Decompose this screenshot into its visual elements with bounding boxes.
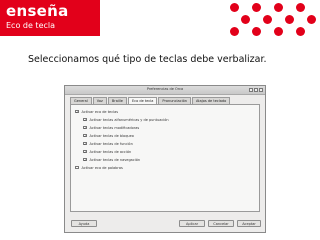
- option-label: Activar teclas modificadoras: [89, 125, 140, 130]
- cancel-button-label: Cancelar: [213, 221, 229, 226]
- header-banner: enseña Eco de tecla: [0, 0, 320, 36]
- help-button-label: Ayuda: [78, 221, 90, 226]
- tab-pronunciation[interactable]: Pronunciación: [158, 97, 191, 104]
- option-label: Activar teclas de acción: [89, 149, 132, 154]
- close-icon[interactable]: [259, 88, 263, 92]
- key-echo-panel: ✓ Activar eco de teclas ✓ Activar teclas…: [70, 104, 260, 212]
- tab-voice[interactable]: Voz: [92, 97, 107, 104]
- option-label: Activar teclas de navegación: [89, 157, 141, 162]
- section-subtitle: Eco de tecla: [6, 21, 56, 30]
- accept-button[interactable]: Aceptar: [237, 220, 261, 227]
- dialog-title: Preferencias de Orca: [146, 87, 184, 91]
- checkbox-icon[interactable]: ✓: [83, 133, 87, 138]
- option-navigation-keys[interactable]: ✓ Activar teclas de navegación: [83, 157, 140, 162]
- option-word-echo[interactable]: Activar eco de palabras: [75, 165, 123, 170]
- option-modifier-keys[interactable]: ✓ Activar teclas modificadoras: [83, 125, 139, 130]
- checkbox-icon[interactable]: [75, 165, 79, 170]
- checkbox-icon[interactable]: ✓: [83, 149, 87, 154]
- maximize-icon[interactable]: [254, 88, 258, 92]
- option-enable-key-echo[interactable]: ✓ Activar eco de teclas: [75, 109, 118, 114]
- apply-button-label: Aplicar: [185, 221, 199, 226]
- preferences-dialog: Preferencias de Orca General Voz Braille…: [64, 85, 266, 233]
- checkbox-icon[interactable]: ✓: [83, 141, 87, 146]
- checkbox-icon[interactable]: ✓: [83, 117, 87, 122]
- option-label: Activar teclas de función: [89, 141, 133, 146]
- checkbox-icon[interactable]: ✓: [83, 125, 87, 130]
- checkbox-icon[interactable]: ✓: [75, 109, 79, 114]
- page-heading: Seleccionamos qué tipo de teclas debe ve…: [28, 54, 267, 65]
- option-function-keys[interactable]: ✓ Activar teclas de función: [83, 141, 133, 146]
- option-alphanumeric-keys[interactable]: ✓ Activar teclas alfanuméricas y de punt…: [83, 117, 169, 122]
- brand-block: enseña Eco de tecla: [0, 0, 100, 36]
- brand-logo-text: enseña: [6, 2, 69, 20]
- minimize-icon[interactable]: [249, 88, 253, 92]
- tab-bar: General Voz Braille Eco de tecla Pronunc…: [70, 97, 231, 104]
- tab-keybindings[interactable]: Atajos de teclado: [191, 97, 231, 104]
- tab-general[interactable]: General: [70, 97, 92, 104]
- option-label: Activar teclas alfanuméricas y de puntua…: [89, 117, 169, 122]
- option-action-keys[interactable]: ✓ Activar teclas de acción: [83, 149, 131, 154]
- cancel-button[interactable]: Cancelar: [208, 220, 234, 227]
- dialog-titlebar[interactable]: Preferencias de Orca: [65, 86, 265, 95]
- checkbox-icon[interactable]: ✓: [83, 157, 87, 162]
- option-locking-keys[interactable]: ✓ Activar teclas de bloqueo: [83, 133, 134, 138]
- accept-button-label: Aceptar: [242, 221, 256, 226]
- apply-button[interactable]: Aplicar: [179, 220, 205, 227]
- option-label: Activar teclas de bloqueo: [89, 133, 134, 138]
- help-button[interactable]: Ayuda: [71, 220, 97, 227]
- option-label: Activar eco de palabras: [81, 165, 123, 170]
- braille-dots-logo: [228, 3, 320, 37]
- tab-key-echo[interactable]: Eco de tecla: [127, 97, 158, 104]
- tab-braille[interactable]: Braille: [107, 97, 127, 104]
- option-label: Activar eco de teclas: [81, 109, 119, 114]
